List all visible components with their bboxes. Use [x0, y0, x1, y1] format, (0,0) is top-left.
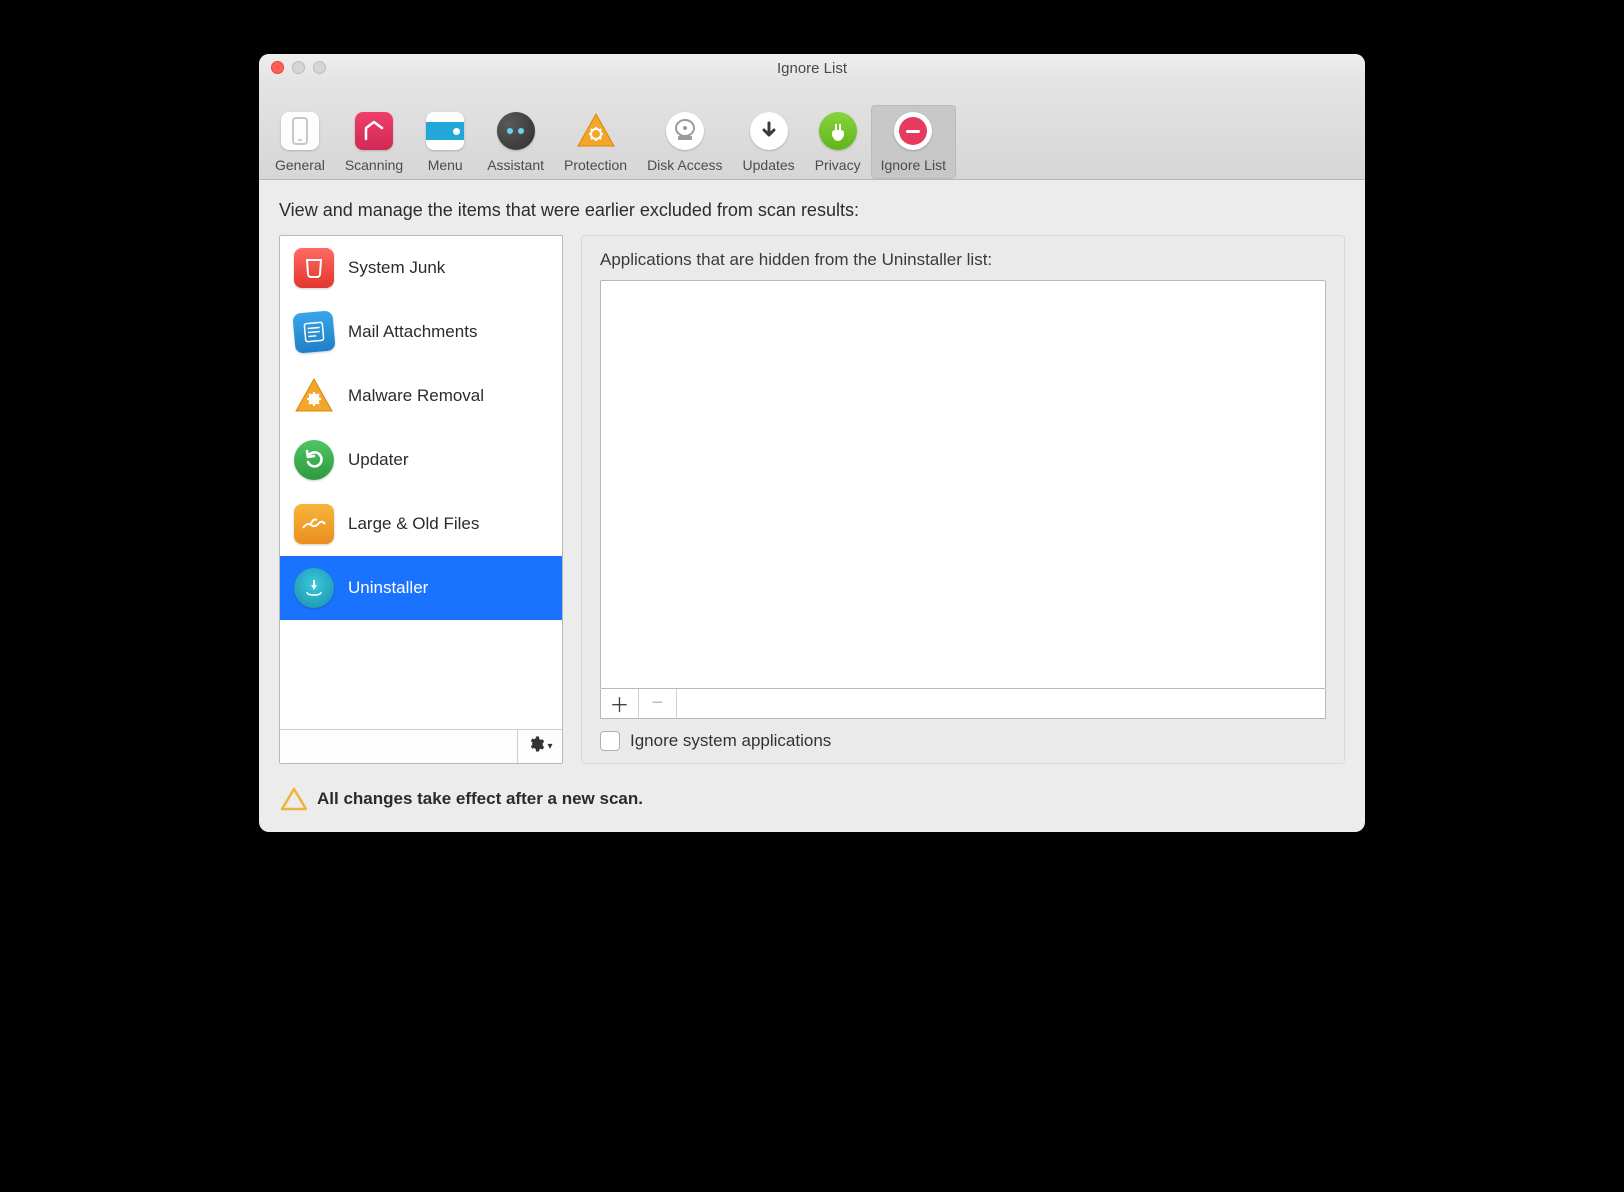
sidebar-item-mail-attachments[interactable]: Mail Attachments [280, 300, 562, 364]
tab-menu[interactable]: Menu [413, 105, 477, 179]
list-controls: ＋ − [600, 689, 1326, 719]
footer-note: All changes take effect after a new scan… [279, 778, 1345, 820]
preferences-toolbar: General Scanning Menu [259, 82, 1365, 180]
tab-label: Updates [743, 157, 795, 173]
window-controls [271, 61, 326, 74]
assistant-icon [496, 111, 536, 151]
tab-label: Ignore List [881, 157, 946, 173]
updater-icon [294, 440, 334, 480]
ignore-list-icon [893, 111, 933, 151]
sidebar-item-updater[interactable]: Updater [280, 428, 562, 492]
mail-attachments-icon [292, 310, 335, 353]
privacy-icon [818, 111, 858, 151]
category-list: System Junk Mail Attachments Malware Rem… [280, 236, 562, 729]
plus-icon: ＋ [610, 689, 630, 718]
disk-access-icon [665, 111, 705, 151]
sidebar-actions-menu[interactable]: ▾ [518, 730, 562, 763]
uninstaller-icon [294, 568, 334, 608]
tab-scanning[interactable]: Scanning [335, 105, 413, 179]
sidebar-item-malware-removal[interactable]: Malware Removal [280, 364, 562, 428]
page-heading: View and manage the items that were earl… [279, 200, 1345, 221]
sidebar-item-label: Large & Old Files [348, 514, 479, 534]
tab-label: Disk Access [647, 157, 722, 173]
sidebar-item-uninstaller[interactable]: Uninstaller [280, 556, 562, 620]
tab-label: Menu [428, 157, 463, 173]
sidebar-item-label: System Junk [348, 258, 445, 278]
protection-icon [576, 111, 616, 151]
add-button[interactable]: ＋ [601, 689, 639, 718]
minus-icon: − [652, 692, 664, 715]
footer-note-text: All changes take effect after a new scan… [317, 789, 643, 809]
ignore-system-apps-row: Ignore system applications [600, 719, 1326, 751]
detail-heading: Applications that are hidden from the Un… [600, 250, 1326, 270]
warning-icon [281, 786, 307, 812]
titlebar: Ignore List [259, 54, 1365, 82]
sidebar-item-label: Updater [348, 450, 408, 470]
chevron-down-icon: ▾ [547, 741, 552, 752]
panes: System Junk Mail Attachments Malware Rem… [279, 235, 1345, 764]
window-title: Ignore List [269, 60, 1355, 77]
tab-privacy[interactable]: Privacy [805, 105, 871, 179]
sidebar-item-large-old-files[interactable]: Large & Old Files [280, 492, 562, 556]
hidden-apps-list[interactable] [600, 280, 1326, 689]
large-old-files-icon [294, 504, 334, 544]
tab-assistant[interactable]: Assistant [477, 105, 554, 179]
tab-ignore-list[interactable]: Ignore List [871, 105, 956, 179]
checkbox-label: Ignore system applications [630, 731, 831, 751]
ignore-system-apps-checkbox[interactable] [600, 731, 620, 751]
gear-icon [527, 735, 545, 758]
tab-label: Privacy [815, 157, 861, 173]
sidebar-footer: ▾ [280, 729, 562, 763]
system-junk-icon [294, 248, 334, 288]
tab-disk-access[interactable]: Disk Access [637, 105, 732, 179]
menu-icon [425, 111, 465, 151]
tab-label: General [275, 157, 325, 173]
sidebar-item-system-junk[interactable]: System Junk [280, 236, 562, 300]
minimize-window-button[interactable] [292, 61, 305, 74]
malware-removal-icon [294, 376, 334, 416]
tab-protection[interactable]: Protection [554, 105, 637, 179]
content-area: View and manage the items that were earl… [259, 180, 1365, 832]
sidebar-item-label: Mail Attachments [348, 322, 477, 342]
close-window-button[interactable] [271, 61, 284, 74]
tab-general[interactable]: General [265, 105, 335, 179]
preferences-window: Ignore List General Scanning [259, 54, 1365, 832]
tab-label: Assistant [487, 157, 544, 173]
scanning-icon [354, 111, 394, 151]
updates-icon [749, 111, 789, 151]
category-sidebar: System Junk Mail Attachments Malware Rem… [279, 235, 563, 764]
remove-button[interactable]: − [639, 689, 677, 718]
detail-pane: Applications that are hidden from the Un… [581, 235, 1345, 764]
sidebar-item-label: Uninstaller [348, 578, 428, 598]
tab-label: Scanning [345, 157, 403, 173]
general-icon [280, 111, 320, 151]
zoom-window-button[interactable] [313, 61, 326, 74]
sidebar-item-label: Malware Removal [348, 386, 484, 406]
tab-label: Protection [564, 157, 627, 173]
tab-updates[interactable]: Updates [733, 105, 805, 179]
